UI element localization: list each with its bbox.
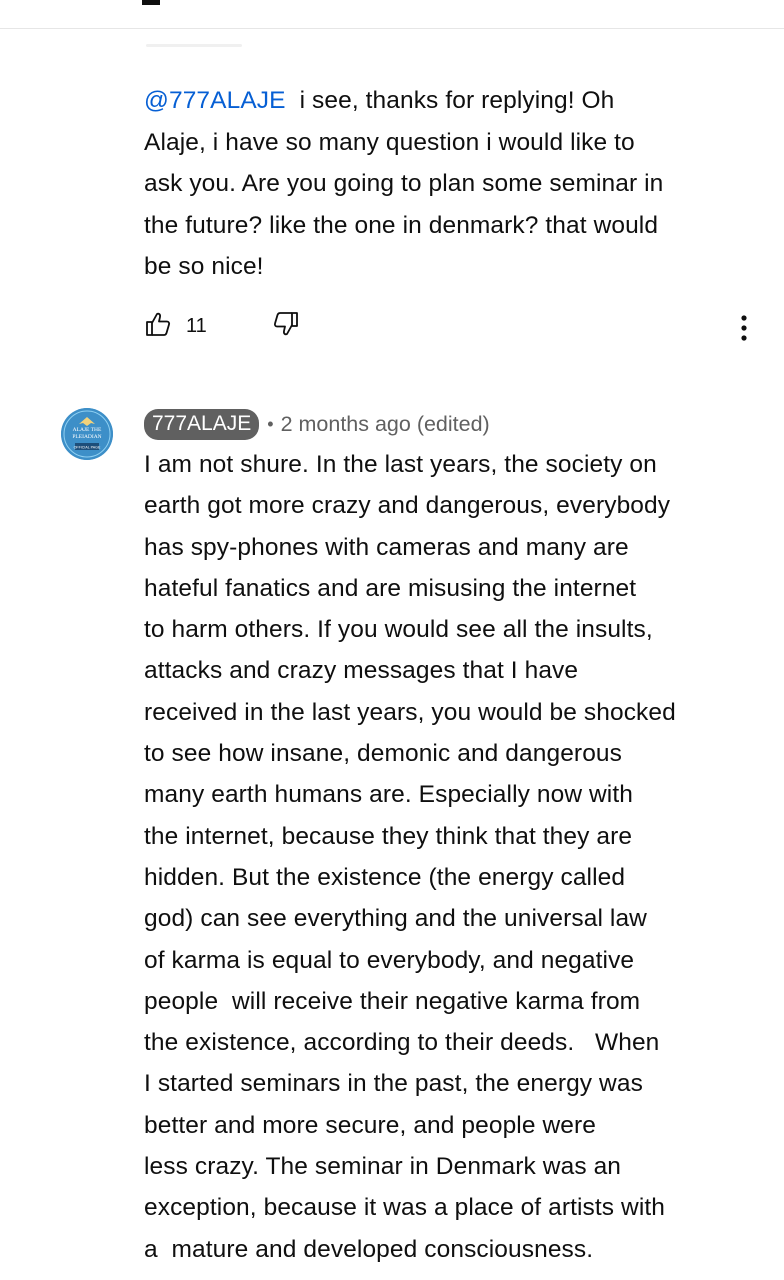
more-vert-icon (730, 315, 758, 352)
comment-line: I started seminars in the past, the ener… (144, 1070, 643, 1098)
avatar-line: ALAJE THE (73, 427, 102, 433)
comment-line: to harm others. If you would see all the… (144, 616, 653, 644)
comment-line: many earth humans are. Especially now wi… (144, 781, 633, 809)
comment-line: a mature and developed consciousness. (144, 1235, 594, 1263)
comment-line: god) can see everything and the universa… (144, 905, 647, 933)
mention-link[interactable]: @777ALAJE (144, 87, 286, 114)
comment-line: earth got more crazy and dangerous, ever… (144, 492, 671, 520)
comment-line: hateful fanatics and are misusing the in… (144, 574, 637, 602)
avatar-line: PLEIADIAN (72, 434, 101, 440)
comment-timestamp: 2 months ago (edited) (280, 411, 490, 436)
previous-content-fragment (142, 0, 160, 5)
reply-line: i see, thanks for replying! Oh (299, 87, 615, 114)
faint-divider (146, 44, 242, 47)
comment-line: people will receive their negative karma… (144, 987, 641, 1015)
avatar[interactable]: ALAJE THE PLEIADIAN OFFICIAL PAGE (61, 408, 113, 460)
reply-comment-text: @777ALAJE i see, thanks for replying! Oh … (144, 80, 754, 288)
comment-line: better and more secure, and people were (144, 1111, 596, 1139)
reply-line: Alaje, i have so many question i would l… (144, 128, 635, 156)
thumb-down-icon (272, 312, 300, 342)
thumb-up-icon (144, 310, 172, 343)
more-options-button[interactable] (730, 308, 758, 348)
comment-actions: 11 (144, 308, 764, 344)
dislike-button[interactable] (272, 310, 308, 346)
comment-line: hidden. But the existence (the energy ca… (144, 863, 626, 891)
comment-line: has spy-phones with cameras and many are (144, 533, 629, 561)
divider (0, 28, 784, 29)
comment-line: I am not shure. In the last years, the s… (144, 451, 657, 478)
comment-header: 777ALAJE • 2 months ago (edited) (144, 408, 490, 440)
comment-line: of karma is equal to everybody, and nega… (144, 946, 635, 974)
separator-dot: • (267, 413, 274, 434)
reply-line: ask you. Are you going to plan some semi… (144, 170, 664, 197)
comment-line: the existence, according to their deeds.… (144, 1029, 660, 1057)
reply-line: the future? like the one in denmark? tha… (144, 211, 659, 239)
author-comment-text: I am not shure. In the last years, the s… (144, 444, 764, 1270)
comment-line: exception, because it was a place of art… (144, 1194, 666, 1222)
author-handle-chip[interactable]: 777ALAJE (144, 408, 260, 440)
comment-line: to see how insane, demonic and dangerous (144, 740, 622, 768)
avatar-line: OFFICIAL PAGE (74, 446, 101, 450)
comment-line: the internet, because they think that th… (144, 822, 633, 850)
comment-line: less crazy. The seminar in Denmark was a… (144, 1153, 622, 1181)
reply-line: be so nice! (144, 253, 264, 280)
comment-line: received in the last years, you would be… (144, 698, 676, 726)
like-count: 11 (186, 314, 207, 337)
comment-line: attacks and crazy messages that I have (144, 657, 579, 685)
like-button[interactable]: 11 (144, 308, 224, 344)
